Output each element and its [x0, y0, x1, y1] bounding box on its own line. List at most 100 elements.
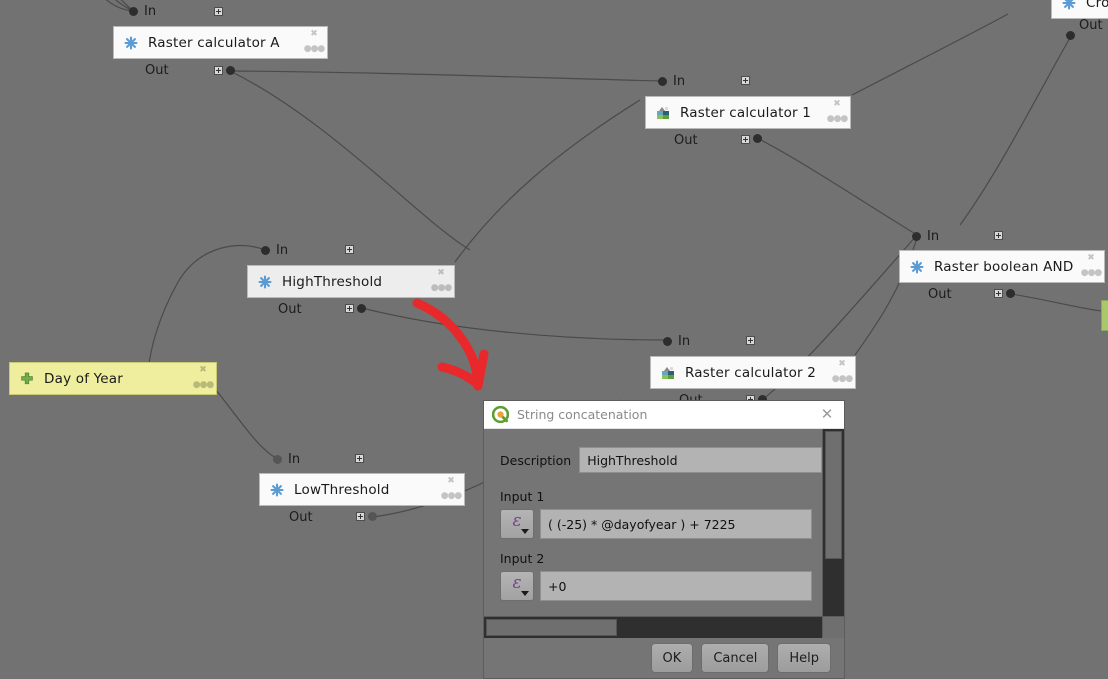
node-raster-boolean-and[interactable]: Raster boolean AND ✖ ●●● [899, 250, 1105, 283]
port-high-out-expand[interactable] [345, 304, 354, 313]
port-crop-out-dot[interactable] [1066, 31, 1075, 40]
dialog-body: Description HighThreshold Input 1 ε ( (-… [484, 429, 844, 638]
string-concatenation-dialog[interactable]: String concatenation ✕ Description HighT… [483, 400, 845, 679]
more-icon[interactable]: ●●● [431, 284, 453, 293]
input-2-row: ε +0 [500, 571, 822, 601]
more-icon[interactable]: ●●● [827, 115, 849, 124]
node-buttons[interactable]: ✖ ●●● [431, 266, 453, 297]
horizontal-scrollbar-thumb[interactable] [486, 619, 617, 636]
port-rca-in[interactable]: In [129, 3, 156, 19]
port-high-in-dot[interactable] [261, 245, 270, 255]
dialog-title-bar[interactable]: String concatenation ✕ [484, 401, 844, 429]
dialog-form: Description HighThreshold Input 1 ε ( (-… [484, 429, 822, 616]
node-day-of-year-label: Day of Year [44, 370, 124, 387]
help-button[interactable]: Help [777, 643, 831, 673]
node-crop-label: Crop [1086, 0, 1108, 11]
port-high-out[interactable]: Out [272, 301, 302, 317]
port-high-in[interactable]: In [261, 242, 288, 258]
port-low-in-dot[interactable] [273, 454, 282, 464]
port-low-in[interactable]: In [273, 451, 300, 467]
scrollbar-corner [822, 616, 844, 638]
expression-icon[interactable]: ε [500, 571, 534, 601]
port-rba-in-expand[interactable] [994, 231, 1003, 240]
port-low-out-dot[interactable] [368, 512, 377, 521]
asterisk-icon [124, 35, 138, 50]
port-rca-out-dot[interactable] [226, 66, 235, 75]
node-raster-calculator-2[interactable]: Raster calculator 2 ✖ ●●● [650, 356, 856, 389]
node-buttons[interactable]: ✖ ●●● [832, 357, 854, 388]
port-rba-out-dot[interactable] [1006, 289, 1015, 298]
asterisk-icon [270, 482, 284, 497]
description-field[interactable]: HighThreshold [579, 447, 822, 473]
close-icon[interactable]: ✖ [838, 360, 846, 369]
ok-button[interactable]: OK [650, 643, 694, 673]
raster-icon [656, 106, 670, 120]
node-raster-calculator-1[interactable]: Raster calculator 1 ✖ ●●● [645, 96, 851, 129]
close-icon[interactable]: ✖ [199, 366, 207, 375]
port-rc1-out-expand[interactable] [741, 135, 750, 144]
node-output-clipped[interactable] [1101, 300, 1108, 331]
port-rba-out-expand[interactable] [994, 289, 1003, 298]
port-rba-out-label: Out [928, 286, 952, 302]
port-high-out-dot[interactable] [357, 304, 366, 313]
more-icon[interactable]: ●●● [193, 381, 215, 390]
port-crop-out[interactable]: Out [1073, 17, 1103, 33]
port-rc2-in-dot[interactable] [663, 336, 672, 346]
vertical-scrollbar-thumb[interactable] [825, 431, 842, 559]
port-low-in-label: In [288, 451, 301, 467]
port-rc1-in[interactable]: In [658, 73, 685, 89]
port-rc1-in-expand[interactable] [741, 76, 750, 85]
port-rca-in-expand[interactable] [214, 7, 223, 16]
port-high-in-expand[interactable] [345, 245, 354, 254]
node-raster-calculator-2-label: Raster calculator 2 [685, 364, 817, 381]
horizontal-scrollbar[interactable] [484, 616, 822, 638]
port-rc1-out[interactable]: Out [668, 132, 698, 148]
node-high-threshold[interactable]: HighThreshold ✖ ●●● [247, 265, 455, 298]
node-low-threshold[interactable]: LowThreshold ✖ ●●● [259, 473, 465, 506]
more-icon[interactable]: ●●● [832, 375, 854, 384]
more-icon[interactable]: ●●● [304, 45, 326, 54]
close-icon[interactable]: ✖ [833, 100, 841, 109]
port-rba-in-dot[interactable] [912, 231, 921, 241]
node-buttons[interactable]: ✖ ●●● [441, 474, 463, 505]
node-day-of-year[interactable]: Day of Year ✖ ●●● [9, 362, 217, 395]
node-high-threshold-label: HighThreshold [282, 273, 383, 290]
cancel-button[interactable]: Cancel [701, 643, 770, 673]
port-low-out-label: Out [289, 509, 313, 525]
close-icon[interactable]: ✕ [818, 405, 836, 424]
vertical-scrollbar[interactable] [822, 429, 844, 616]
asterisk-icon [910, 259, 924, 274]
port-rca-in-dot[interactable] [129, 6, 138, 16]
node-buttons[interactable]: ✖ ●●● [193, 363, 215, 394]
port-rca-out[interactable]: Out [139, 62, 169, 78]
port-rba-out[interactable]: Out [922, 286, 952, 302]
port-rc2-in-label: In [678, 333, 691, 349]
raster-icon [661, 366, 675, 380]
expression-icon[interactable]: ε [500, 509, 534, 539]
port-rc1-in-label: In [673, 73, 686, 89]
node-buttons[interactable]: ✖ ●●● [1081, 251, 1103, 282]
input-2-label: Input 2 [500, 551, 545, 566]
port-low-in-expand[interactable] [355, 454, 364, 463]
close-icon[interactable]: ✖ [1087, 254, 1095, 263]
input-1-field[interactable]: ( (-25) * @dayofyear ) + 7225 [540, 509, 812, 539]
close-icon[interactable]: ✖ [437, 269, 445, 278]
close-icon[interactable]: ✖ [310, 30, 318, 39]
port-rc1-in-dot[interactable] [658, 76, 667, 86]
port-low-out-expand[interactable] [356, 512, 365, 521]
port-rca-out-expand[interactable] [214, 66, 223, 75]
node-buttons[interactable]: ✖ ●●● [827, 97, 849, 128]
port-rc2-in-expand[interactable] [746, 336, 755, 345]
port-rba-in[interactable]: In [912, 228, 939, 244]
node-buttons[interactable]: ✖ ●●● [304, 27, 326, 58]
port-low-out[interactable]: Out [283, 509, 313, 525]
more-icon[interactable]: ●●● [441, 492, 463, 501]
model-canvas[interactable]: Crop Out In Raster calculator A ✖ ●●● [0, 0, 1108, 679]
port-rc2-in[interactable]: In [663, 333, 690, 349]
more-icon[interactable]: ●●● [1081, 269, 1103, 278]
close-icon[interactable]: ✖ [447, 477, 455, 486]
node-raster-calculator-a[interactable]: Raster calculator A ✖ ●●● [113, 26, 328, 59]
port-rc1-out-dot[interactable] [753, 134, 762, 143]
input-2-field[interactable]: +0 [540, 571, 812, 601]
description-row: Description HighThreshold [500, 447, 822, 473]
